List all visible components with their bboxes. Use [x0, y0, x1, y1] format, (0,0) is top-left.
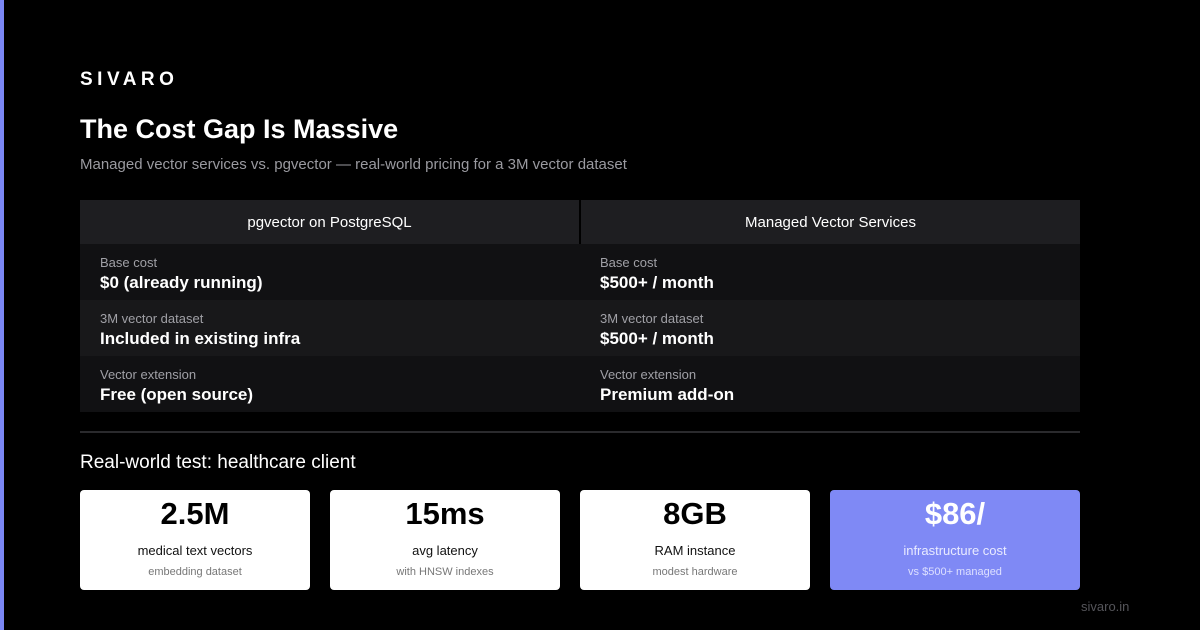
stat-label: medical text vectors	[137, 543, 253, 558]
stat-caption: vs $500+ managed	[908, 566, 1002, 578]
table-header: pgvector on PostgreSQL Managed Vector Se…	[80, 200, 1080, 244]
cell-value: Included in existing infra	[100, 329, 301, 348]
stat-card-cost: $86/ infrastructure cost vs $500+ manage…	[830, 490, 1080, 590]
stat-label: infrastructure cost	[903, 543, 1007, 558]
stat-caption: embedding dataset	[148, 566, 242, 578]
page-subtitle: Managed vector services vs. pgvector — r…	[80, 156, 627, 173]
cell-label: 3M vector dataset	[600, 311, 704, 326]
table-cell: Vector extension Free (open source)	[80, 356, 580, 412]
stats-row: 2.5M medical text vectors embedding data…	[80, 490, 1080, 590]
table-row: Base cost $0 (already running) Base cost…	[80, 244, 1080, 300]
table-cell: Base cost $500+ / month	[580, 244, 1080, 300]
cell-value: Premium add-on	[600, 385, 735, 404]
column-header-pgvector: pgvector on PostgreSQL	[80, 200, 579, 244]
stat-value: $86/	[924, 496, 986, 531]
cell-label: Base cost	[600, 255, 658, 270]
stat-label: RAM instance	[654, 543, 736, 558]
stat-label: avg latency	[412, 543, 478, 558]
cell-value: $500+ / month	[600, 329, 714, 348]
stat-card-vectors: 2.5M medical text vectors embedding data…	[80, 490, 310, 590]
stat-card-latency: 15ms avg latency with HNSW indexes	[330, 490, 560, 590]
table-row: 3M vector dataset Included in existing i…	[80, 300, 1080, 356]
stat-caption: with HNSW indexes	[396, 566, 494, 578]
table-cell: 3M vector dataset $500+ / month	[580, 300, 1080, 356]
stat-value: 15ms	[405, 496, 485, 531]
table-cell: 3M vector dataset Included in existing i…	[80, 300, 580, 356]
footer-url: sivaro.in	[1081, 599, 1130, 614]
stat-caption: modest hardware	[652, 566, 738, 578]
stat-value: 2.5M	[160, 496, 230, 531]
table-cell: Base cost $0 (already running)	[80, 244, 580, 300]
column-header-managed: Managed Vector Services	[581, 200, 1080, 244]
cell-value: $0 (already running)	[100, 273, 263, 292]
cell-label: Vector extension	[600, 367, 697, 382]
brand-logo: SIVARO	[80, 69, 179, 90]
section-divider	[80, 431, 1080, 433]
cell-label: Vector extension	[100, 367, 197, 382]
cell-value: $500+ / month	[600, 273, 714, 292]
stat-card-ram: 8GB RAM instance modest hardware	[580, 490, 810, 590]
cell-label: 3M vector dataset	[100, 311, 204, 326]
section-title: Real-world test: healthcare client	[80, 452, 356, 473]
page-title: The Cost Gap Is Massive	[80, 114, 399, 144]
cell-value: Free (open source)	[100, 385, 254, 404]
table-cell: Vector extension Premium add-on	[580, 356, 1080, 412]
comparison-table: pgvector on PostgreSQL Managed Vector Se…	[80, 200, 1080, 412]
cell-label: Base cost	[100, 255, 158, 270]
table-row: Vector extension Free (open source) Vect…	[80, 356, 1080, 412]
accent-bar	[0, 0, 4, 630]
stat-value: 8GB	[663, 496, 727, 531]
